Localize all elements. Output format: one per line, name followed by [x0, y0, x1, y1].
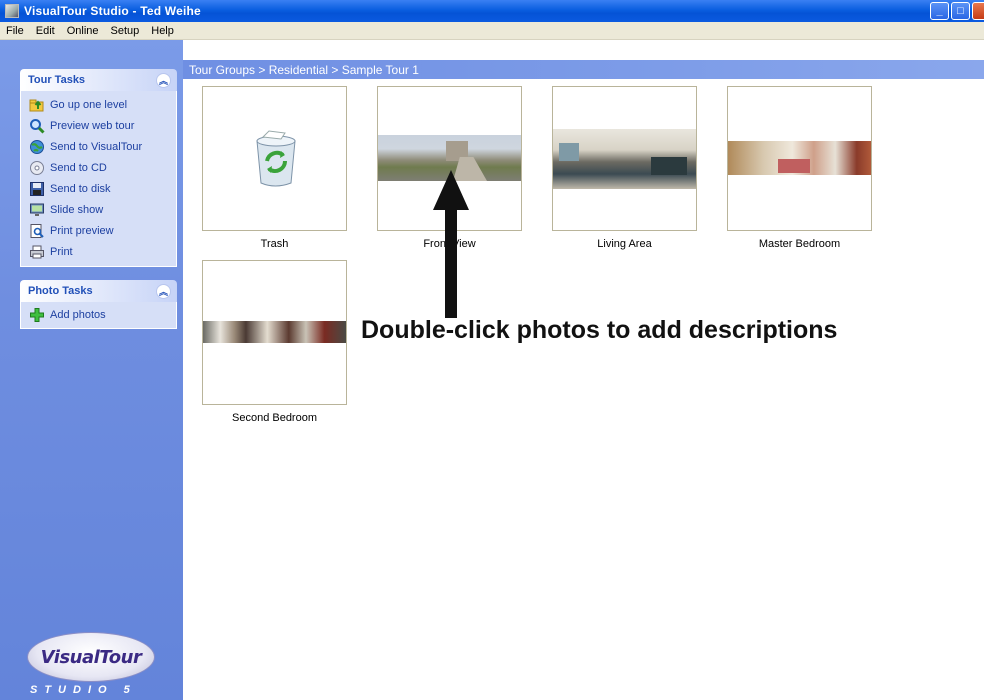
- visualtour-logo: VisualTour STUDIO 5: [0, 572, 183, 700]
- thumbnail-label: Trash: [260, 238, 289, 250]
- collapse-chevron-icon[interactable]: ︽: [156, 283, 171, 299]
- task-slide-show[interactable]: Slide show: [21, 199, 176, 220]
- annotation-arrow: [433, 170, 469, 318]
- window-shape: [559, 143, 579, 161]
- thumbnail-frame: [202, 260, 347, 405]
- photo-tasks-list: Add photos: [20, 302, 177, 329]
- task-print-preview[interactable]: Print preview: [21, 220, 176, 241]
- thumbnail-frame: [552, 86, 697, 231]
- task-go-up-one-level[interactable]: Go up one level: [21, 94, 176, 115]
- floppy-disk-icon: [29, 181, 45, 197]
- minimize-button[interactable]: _: [930, 2, 949, 20]
- task-label: Send to disk: [50, 182, 111, 195]
- task-label: Preview web tour: [50, 119, 135, 132]
- task-label: Send to CD: [50, 161, 107, 174]
- app-icon: [5, 4, 19, 18]
- task-print[interactable]: Print: [21, 241, 176, 262]
- tour-tasks-panel: Tour Tasks ︽ Go up one level Preview web…: [20, 69, 177, 267]
- tour-tasks-header[interactable]: Tour Tasks ︽: [20, 69, 177, 91]
- thumbnail-frame: [202, 86, 347, 231]
- tour-tasks-title: Tour Tasks: [28, 74, 86, 86]
- logo-subtitle: STUDIO 5: [30, 684, 137, 696]
- folder-up-icon: [29, 97, 45, 113]
- logo-oval: VisualTour: [27, 632, 155, 682]
- task-label: Print: [50, 245, 73, 258]
- collapse-chevron-icon[interactable]: ︽: [156, 72, 171, 88]
- photo-tasks-title: Photo Tasks: [28, 285, 93, 297]
- cd-icon: [29, 160, 45, 176]
- task-label: Go up one level: [50, 98, 128, 111]
- title-bar: VisualTour Studio - Ted Weihe _ □: [0, 0, 984, 22]
- task-label: Slide show: [50, 203, 104, 216]
- task-send-to-cd[interactable]: Send to CD: [21, 157, 176, 178]
- magnifier-icon: [29, 118, 45, 134]
- second-bedroom-photo: [203, 321, 346, 343]
- menu-online[interactable]: Online: [61, 25, 105, 37]
- thumbnail-area: Trash Front View Living Area Master Bedr…: [183, 79, 984, 700]
- task-label: Send to VisualTour: [50, 140, 143, 153]
- task-sidebar: Tour Tasks ︽ Go up one level Preview web…: [0, 40, 183, 700]
- logo-text: VisualTour: [40, 646, 142, 668]
- menu-setup[interactable]: Setup: [105, 25, 146, 37]
- window-controls: _ □: [930, 2, 984, 20]
- annotation-text: Double-click photos to add descriptions: [361, 316, 838, 344]
- bed-shape: [778, 159, 810, 173]
- close-button[interactable]: [972, 2, 984, 20]
- breadcrumb: Tour Groups > Residential > Sample Tour …: [183, 60, 984, 79]
- monitor-icon: [29, 202, 45, 218]
- task-send-to-visualtour[interactable]: Send to VisualTour: [21, 136, 176, 157]
- window-title: VisualTour Studio - Ted Weihe: [24, 4, 201, 18]
- thumbnail-second-bedroom[interactable]: Second Bedroom: [202, 260, 347, 424]
- maximize-button[interactable]: □: [951, 2, 970, 20]
- task-label: Print preview: [50, 224, 114, 237]
- task-send-to-disk[interactable]: Send to disk: [21, 178, 176, 199]
- menu-bar: File Edit Online Setup Help: [0, 22, 984, 40]
- menu-edit[interactable]: Edit: [30, 25, 61, 37]
- menu-help[interactable]: Help: [145, 25, 180, 37]
- thumbnail-living-area[interactable]: Living Area: [552, 86, 697, 250]
- sofa-shape: [651, 157, 687, 175]
- globe-icon: [29, 139, 45, 155]
- photo-tasks-header[interactable]: Photo Tasks ︽: [20, 280, 177, 302]
- plus-icon: [29, 307, 45, 323]
- thumbnail-master-bedroom[interactable]: Master Bedroom: [727, 86, 872, 250]
- printer-icon: [29, 244, 45, 260]
- photo-tasks-panel: Photo Tasks ︽ Add photos: [20, 280, 177, 329]
- task-label: Add photos: [50, 308, 106, 321]
- menu-file[interactable]: File: [0, 25, 30, 37]
- task-preview-web-tour[interactable]: Preview web tour: [21, 115, 176, 136]
- living-area-photo: [553, 129, 696, 189]
- task-add-photos[interactable]: Add photos: [21, 304, 176, 325]
- thumbnail-label: Master Bedroom: [758, 238, 841, 250]
- print-preview-icon: [29, 223, 45, 239]
- thumbnail-label: Second Bedroom: [232, 412, 317, 424]
- master-bedroom-photo: [728, 141, 871, 175]
- tour-tasks-list: Go up one level Preview web tour Send to…: [20, 91, 177, 267]
- thumbnail-label: Living Area: [597, 238, 652, 250]
- thumbnail-frame: [727, 86, 872, 231]
- recycle-bin-icon: [256, 130, 296, 187]
- thumbnail-trash[interactable]: Trash: [202, 86, 347, 250]
